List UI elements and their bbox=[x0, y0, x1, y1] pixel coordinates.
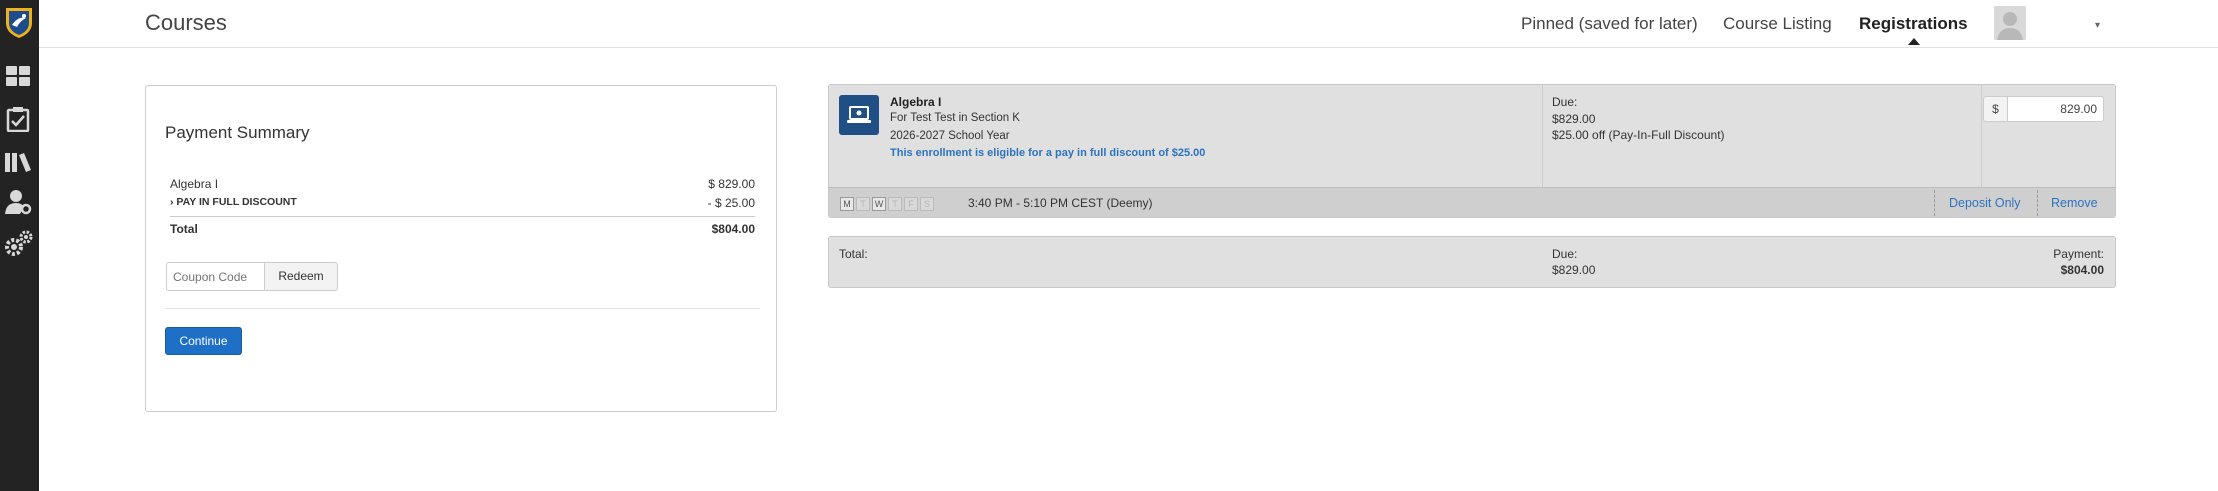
summary-separator bbox=[165, 308, 760, 309]
enrollment-discount-note: $25.00 off (Pay-In-Full Discount) bbox=[1552, 128, 1725, 142]
user-settings-icon[interactable] bbox=[3, 187, 33, 217]
nav-pinned[interactable]: Pinned (saved for later) bbox=[1521, 14, 1698, 34]
chevron-right-icon[interactable]: › bbox=[170, 196, 174, 208]
day-tuesday: T bbox=[856, 197, 870, 211]
redeem-button[interactable]: Redeem bbox=[264, 262, 338, 291]
nav-registrations[interactable]: Registrations bbox=[1859, 14, 1968, 34]
enrollment-school-year: 2026-2027 School Year bbox=[890, 130, 1010, 142]
enrollment-due-amount: $829.00 bbox=[1552, 112, 1596, 126]
summary-discount-row[interactable]: › PAY IN FULL DISCOUNT - $ 25.00 bbox=[170, 196, 755, 210]
day-thursday: T bbox=[888, 197, 902, 211]
footer-divider bbox=[1934, 190, 1935, 216]
dashboard-icon[interactable] bbox=[3, 61, 33, 91]
day-monday: M bbox=[840, 197, 854, 211]
enrollment-student-section: For Test Test in Section K bbox=[890, 112, 1020, 124]
enrollment-due-label: Due: bbox=[1552, 95, 1578, 109]
page-title: Courses bbox=[145, 10, 227, 35]
enrollment-discount-eligibility: This enrollment is eligible for a pay in… bbox=[890, 147, 1206, 159]
summary-course-name: Algebra I bbox=[170, 177, 219, 191]
enrollment-course-name: Algebra I bbox=[890, 95, 942, 109]
currency-addon: $ bbox=[1983, 96, 2008, 122]
library-icon[interactable] bbox=[3, 147, 33, 177]
coupon-code-input[interactable] bbox=[166, 262, 266, 291]
gears-icon[interactable] bbox=[3, 229, 33, 259]
left-sidebar bbox=[0, 0, 39, 491]
chevron-down-icon[interactable]: ▾ bbox=[2095, 20, 2100, 31]
column-divider bbox=[1542, 85, 1543, 187]
summary-total-label: Total bbox=[170, 222, 198, 236]
summary-total-amount: $804.00 bbox=[711, 222, 755, 236]
nav-course-listing[interactable]: Course Listing bbox=[1723, 14, 1832, 34]
enrollment-schedule-bar: M T W T F S 3:40 PM - 5:10 PM CEST (Deem… bbox=[829, 187, 2115, 217]
footer-divider bbox=[2037, 190, 2038, 216]
totals-card: Total: Due: $829.00 Payment: $804.00 bbox=[828, 236, 2116, 288]
day-saturday: S bbox=[920, 197, 934, 211]
summary-total-row: Total $804.00 bbox=[170, 222, 755, 236]
summary-course-amount: $ 829.00 bbox=[708, 177, 755, 191]
enrollment-card: Algebra I For Test Test in Section K 202… bbox=[828, 84, 2116, 218]
totals-due-label: Due: bbox=[1552, 247, 1578, 261]
column-divider bbox=[1981, 85, 1982, 187]
summary-discount-label: PAY IN FULL DISCOUNT bbox=[176, 196, 297, 208]
continue-button[interactable]: Continue bbox=[165, 327, 242, 355]
totals-label: Total: bbox=[839, 247, 868, 261]
checklist-icon[interactable] bbox=[3, 104, 33, 134]
summary-divider bbox=[170, 216, 755, 217]
summary-discount-amount: - $ 25.00 bbox=[707, 196, 755, 210]
day-wednesday: W bbox=[872, 197, 886, 211]
top-header: Courses Pinned (saved for later) Course … bbox=[39, 0, 2218, 48]
active-tab-indicator bbox=[1908, 38, 1920, 45]
totals-due-amount: $829.00 bbox=[1552, 263, 1596, 277]
schedule-time: 3:40 PM - 5:10 PM CEST (Deemy) bbox=[968, 196, 1153, 210]
deposit-only-link[interactable]: Deposit Only bbox=[1949, 196, 2021, 210]
avatar[interactable] bbox=[1994, 6, 2026, 40]
totals-payment-amount: $804.00 bbox=[2060, 263, 2104, 277]
summary-course-row: Algebra I $ 829.00 bbox=[170, 177, 755, 191]
remove-link[interactable]: Remove bbox=[2051, 196, 2098, 210]
course-laptop-icon bbox=[839, 95, 879, 135]
payment-amount-input[interactable]: 829.00 bbox=[2007, 96, 2104, 122]
totals-payment-label: Payment: bbox=[2053, 247, 2104, 261]
payment-summary-panel: Payment Summary Algebra I $ 829.00 › PAY… bbox=[145, 85, 777, 412]
day-friday: F bbox=[904, 197, 918, 211]
payment-summary-title: Payment Summary bbox=[165, 123, 310, 142]
school-logo-icon[interactable] bbox=[4, 5, 34, 39]
